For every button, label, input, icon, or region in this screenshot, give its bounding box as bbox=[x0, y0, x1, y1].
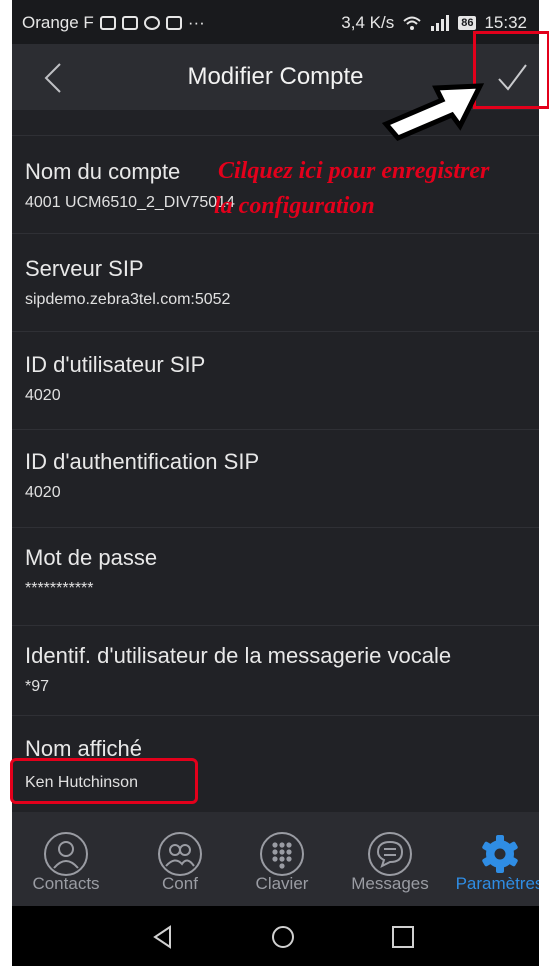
tab-contacts[interactable]: Contacts bbox=[24, 812, 108, 906]
notification-icon bbox=[143, 16, 160, 30]
field-label: ID d'authentification SIP bbox=[25, 449, 260, 474]
wifi-icon bbox=[403, 16, 421, 30]
clock: 15:32 bbox=[484, 13, 527, 32]
field-voicemail-user-id[interactable]: Identif. d'utilisateur de la messagerie … bbox=[12, 626, 539, 716]
annotation-line-1: Cilquez ici pour enregistrer bbox=[218, 158, 490, 184]
bottom-tab-bar: Contacts Conf Clavier Messages Paramètre… bbox=[12, 812, 539, 906]
chat-icon bbox=[368, 832, 412, 876]
mail-icon bbox=[165, 16, 182, 30]
display-name-highlight-box bbox=[10, 758, 198, 804]
field-label: Mot de passe bbox=[25, 545, 158, 570]
arrow-pointer-icon bbox=[381, 83, 485, 142]
gear-icon bbox=[481, 835, 518, 873]
network-speed: 3,4 K/s bbox=[341, 13, 395, 32]
home-circle-icon[interactable] bbox=[270, 924, 296, 950]
annotation-line-2: la configuration bbox=[214, 193, 375, 219]
field-sip-auth-id[interactable]: ID d'authentification SIP 4020 bbox=[12, 430, 539, 528]
recents-square-icon[interactable] bbox=[390, 924, 416, 950]
field-value: sipdemo.zebra3tel.com:5052 bbox=[25, 291, 231, 308]
field-label: Serveur SIP bbox=[25, 256, 144, 281]
field-value: 4001 UCM6510_2_DIV75014 bbox=[25, 194, 235, 211]
carrier-name: Orange F bbox=[22, 13, 94, 32]
person-icon bbox=[44, 832, 88, 876]
field-value: *********** bbox=[25, 580, 94, 597]
field-password[interactable]: Mot de passe *********** bbox=[12, 528, 539, 626]
notification-icon bbox=[99, 16, 116, 30]
notification-icon bbox=[121, 16, 138, 30]
system-nav-bar bbox=[12, 906, 539, 966]
tab-parametres[interactable]: Paramètres bbox=[456, 812, 539, 906]
tab-label: Paramètres bbox=[455, 874, 539, 893]
field-label: Nom du compte bbox=[25, 159, 181, 184]
tab-clavier[interactable]: Clavier bbox=[240, 812, 324, 906]
status-bar: Orange F ··· 3,4 K/s 86 15:32 bbox=[12, 0, 539, 44]
dialpad-icon bbox=[260, 832, 304, 876]
signal-icon bbox=[431, 15, 450, 31]
field-value: 4020 bbox=[25, 484, 61, 501]
field-label: Identif. d'utilisateur de la messagerie … bbox=[25, 643, 452, 668]
back-triangle-icon[interactable] bbox=[150, 924, 176, 950]
field-value: *97 bbox=[25, 678, 50, 695]
field-value: 4020 bbox=[25, 387, 61, 404]
field-label: ID d'utilisateur SIP bbox=[25, 352, 206, 377]
field-sip-server[interactable]: Serveur SIP sipdemo.zebra3tel.com:5052 bbox=[12, 234, 539, 332]
group-icon bbox=[158, 832, 202, 876]
tab-messages[interactable]: Messages bbox=[348, 812, 432, 906]
more-notifications-icon: ··· bbox=[187, 13, 205, 32]
field-sip-user-id[interactable]: ID d'utilisateur SIP 4020 bbox=[12, 332, 539, 430]
battery-level: 86 bbox=[458, 16, 477, 30]
